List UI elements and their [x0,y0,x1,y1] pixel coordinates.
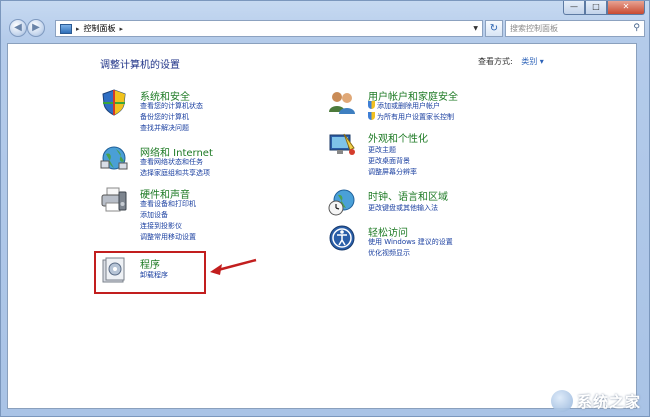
address-bar[interactable]: ▸ 控制面板 ▸ ▼ [55,20,483,37]
control-panel-content: 调整计算机的设置 查看方式: 类别 ▾ 系统和安全 查看您的计算机状态 备份您的… [7,43,637,409]
link-mobility-settings[interactable]: 调整常用移动设置 [140,232,196,242]
maximize-button[interactable]: □ [585,1,607,15]
search-input[interactable]: 搜索控制面板 [510,23,558,34]
users-icon[interactable] [328,88,356,116]
link-view-status[interactable]: 查看您的计算机状态 [140,101,203,111]
network-globe-icon[interactable] [100,144,128,172]
address-dropdown-icon[interactable]: ▼ [473,25,478,32]
search-box[interactable]: 搜索控制面板 ⚲ [505,20,645,37]
watermark-text: 系统之家 [576,392,641,411]
uac-shield-icon [368,101,375,109]
category-clock-language: 时钟、语言和区域 更改键盘或其他输入法 [328,188,528,218]
view-by-dropdown[interactable]: 类别 ▾ [521,57,544,66]
category-system-security: 系统和安全 查看您的计算机状态 备份您的计算机 查找并解决问题 [100,88,260,136]
category-title[interactable]: 外观和个性化 [368,130,428,145]
breadcrumb[interactable]: 控制面板 [84,23,116,34]
window-controls: — □ ✕ [563,1,645,15]
clock-globe-icon[interactable] [328,188,356,216]
annotation-arrow-icon [210,258,257,275]
forward-button[interactable]: ▶ [27,19,45,37]
minimize-button[interactable]: — [563,1,585,15]
link-desktop-background[interactable]: 更改桌面背景 [368,156,410,166]
category-appearance: 外观和个性化 更改主题 更改桌面背景 调整屏幕分辨率 [328,130,528,180]
appearance-icon[interactable] [328,130,356,158]
highlight-box [94,251,206,294]
category-hardware-sound: 硬件和声音 查看设备和打印机 添加设备 连接到投影仪 调整常用移动设置 [100,186,260,248]
close-button[interactable]: ✕ [607,1,645,15]
view-by: 查看方式: 类别 ▾ [478,56,544,67]
link-change-theme[interactable]: 更改主题 [368,145,396,155]
link-parental-controls[interactable]: 为所有用户设置家长控制 [368,112,454,122]
view-by-label: 查看方式: [478,57,513,66]
category-network: 网络和 Internet 查看网络状态和任务 选择家庭组和共享选项 [100,144,260,182]
link-screen-resolution[interactable]: 调整屏幕分辨率 [368,167,417,177]
ease-of-access-icon[interactable] [328,224,356,252]
link-network-status[interactable]: 查看网络状态和任务 [140,157,203,167]
uac-shield-icon [368,112,375,120]
link-devices-printers[interactable]: 查看设备和打印机 [140,199,196,209]
search-icon[interactable]: ⚲ [633,23,640,33]
link-backup[interactable]: 备份您的计算机 [140,112,189,122]
link-add-device[interactable]: 添加设备 [140,210,168,220]
watermark-logo-icon [550,390,573,412]
watermark: 系统之家 [550,390,641,412]
link-homegroup[interactable]: 选择家庭组和共享选项 [140,168,210,178]
category-user-accounts: 用户帐户和家庭安全 添加或删除用户帐户 为所有用户设置家长控制 [328,88,528,128]
printer-icon[interactable] [100,186,128,214]
navigation-bar: ◀ ▶ ▸ 控制面板 ▸ ▼ ↻ 搜索控制面板 ⚲ [7,17,645,41]
shield-icon[interactable] [100,88,128,116]
link-optimize-display[interactable]: 优化视频显示 [368,248,410,258]
category-title[interactable]: 时钟、语言和区域 [368,188,448,203]
window-frame: — □ ✕ ◀ ▶ ▸ 控制面板 ▸ ▼ ↻ 搜索控制面板 ⚲ 调整计算机的设置… [0,0,650,417]
back-button[interactable]: ◀ [9,19,27,37]
page-title: 调整计算机的设置 [100,60,180,71]
link-windows-suggested[interactable]: 使用 Windows 建议的设置 [368,237,453,247]
link-projector[interactable]: 连接到投影仪 [140,221,182,231]
control-panel-icon [60,23,72,34]
link-add-remove-accounts[interactable]: 添加或删除用户帐户 [368,101,440,111]
link-keyboard-input[interactable]: 更改键盘或其他输入法 [368,203,438,213]
address-chevron-icon[interactable]: ▸ [76,25,80,33]
category-ease-of-access: 轻松访问 使用 Windows 建议的设置 优化视频显示 [328,224,528,262]
refresh-button[interactable]: ↻ [485,20,503,37]
breadcrumb-chevron-icon[interactable]: ▸ [120,25,124,33]
link-troubleshoot[interactable]: 查找并解决问题 [140,123,189,133]
